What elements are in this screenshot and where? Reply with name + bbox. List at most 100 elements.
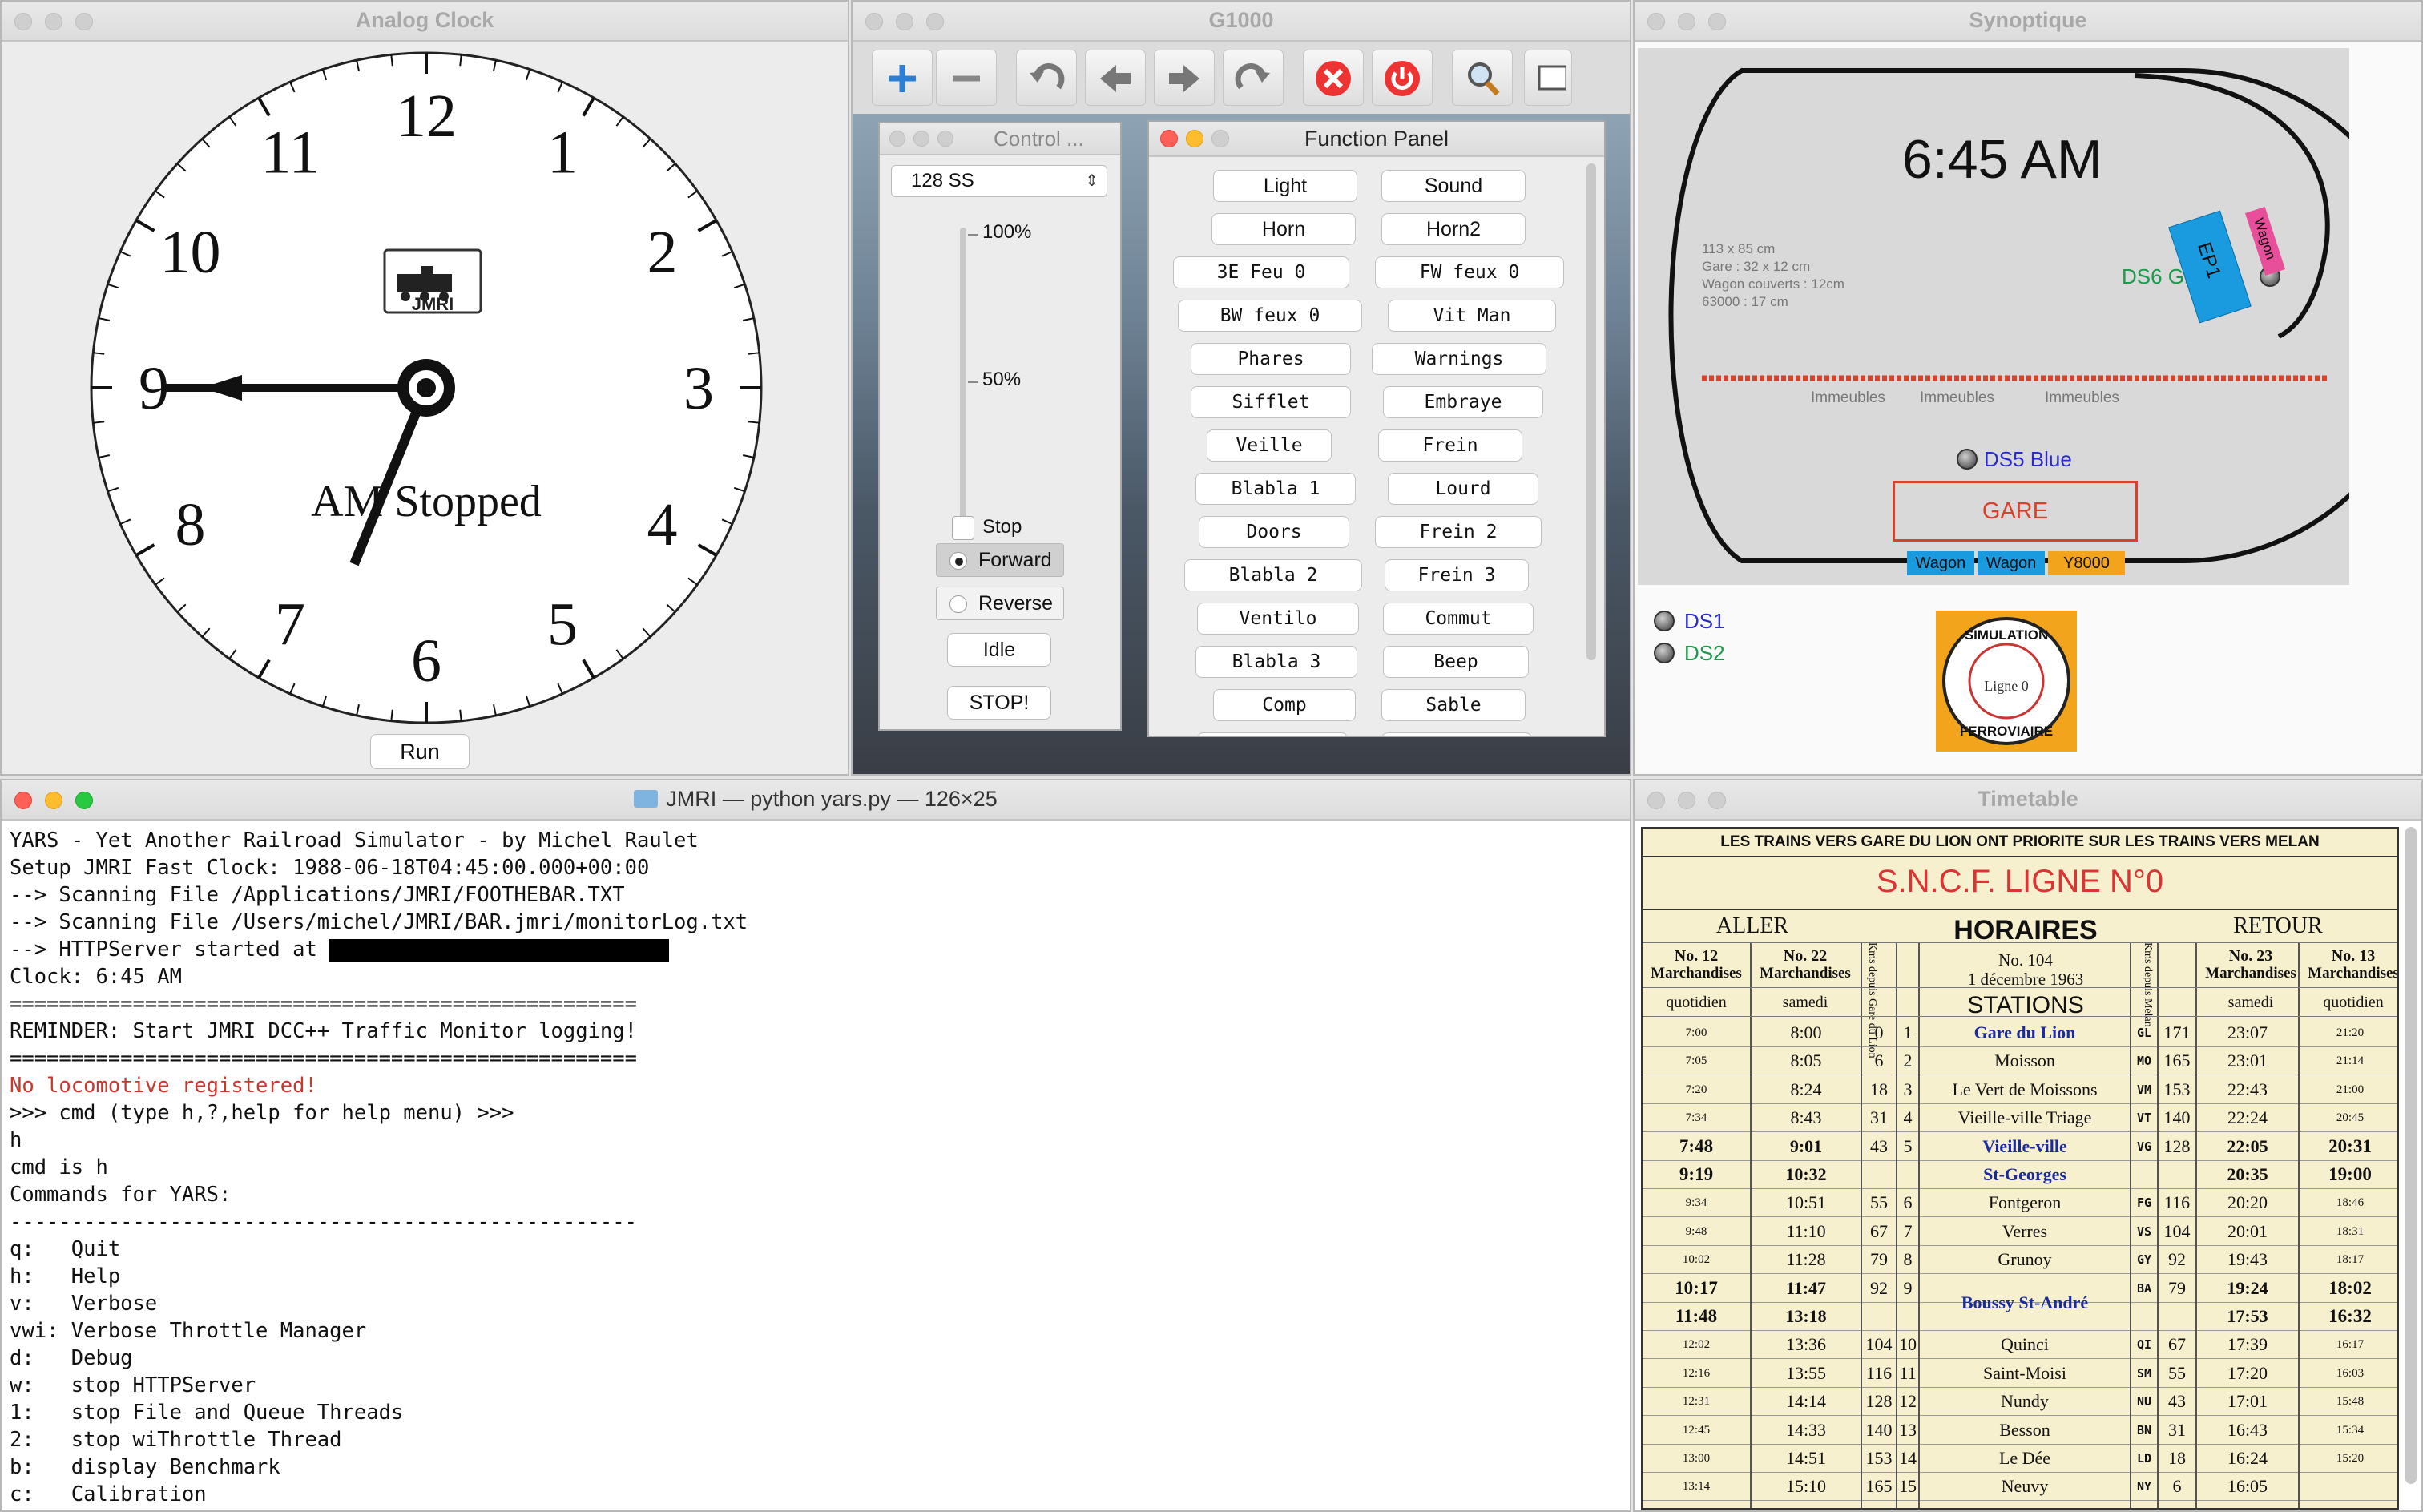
function-button-blabla-2[interactable]: Blabla 2 bbox=[1184, 559, 1362, 591]
svg-text:FERROVIAIRE: FERROVIAIRE bbox=[1960, 724, 2053, 739]
timetable-cell: 21:00 bbox=[2336, 1083, 2365, 1096]
function-button-fw-feux-0[interactable]: FW feux 0 bbox=[1375, 256, 1564, 288]
zoom-in-button[interactable] bbox=[872, 50, 933, 106]
function-button-commut[interactable]: Commut bbox=[1383, 603, 1534, 635]
timetable-cell: 8:43 bbox=[1790, 1107, 1822, 1128]
terminal-line: --> HTTPServer started at bbox=[10, 936, 1622, 963]
timetable-cell: 18:17 bbox=[2336, 1253, 2365, 1267]
note-1: 113 x 85 cm bbox=[1702, 241, 1776, 256]
timetable-cell: Quinci bbox=[2001, 1334, 2049, 1355]
speed-steps-select[interactable]: 128 SS ⇕ bbox=[891, 165, 1107, 197]
zoom-out-button[interactable] bbox=[936, 50, 997, 106]
timetable-cell: 12:16 bbox=[1682, 1366, 1711, 1380]
function-button-veille[interactable]: Veille bbox=[1207, 429, 1332, 462]
redacted-block bbox=[329, 939, 670, 962]
power-button[interactable] bbox=[1372, 50, 1433, 106]
ds1-indicator[interactable] bbox=[1654, 611, 1675, 631]
function-button-light[interactable]: Light bbox=[1213, 170, 1357, 202]
terminal-line: No locomotive registered! bbox=[10, 1074, 317, 1098]
reverse-radio[interactable]: Reverse bbox=[936, 587, 1064, 620]
timetable-cell: 15 bbox=[1899, 1476, 1917, 1497]
terminal-output[interactable]: YARS - Yet Another Railroad Simulator - … bbox=[10, 827, 1622, 1508]
function-button-bw-feux-0[interactable]: BW feux 0 bbox=[1178, 300, 1362, 332]
clock-numeral: 10 bbox=[160, 219, 221, 286]
function-button-vol-[interactable]: Vol- bbox=[1197, 732, 1348, 736]
timetable-cell: 79 bbox=[1870, 1249, 1888, 1270]
titlebar: G1000 bbox=[853, 2, 1630, 42]
timetable-window: Timetable LES TRAINS VERS GARE DU LION O… bbox=[1633, 779, 2423, 1512]
timetable-cell: 19:43 bbox=[2227, 1249, 2268, 1270]
window-button[interactable] bbox=[1524, 50, 1572, 106]
function-button-sable[interactable]: Sable bbox=[1381, 689, 1526, 721]
timetable-cell: 9:19 bbox=[1679, 1164, 1714, 1184]
terminal-line: >>> cmd (type h,?,help for help menu) >>… bbox=[10, 1101, 514, 1125]
speed-slider-thumb[interactable] bbox=[952, 516, 974, 540]
timetable-cell: 17:53 bbox=[2227, 1306, 2268, 1326]
minimize-button[interactable] bbox=[913, 131, 929, 147]
ds5-indicator[interactable] bbox=[1957, 449, 1978, 470]
emergency-stop-button[interactable]: STOP! bbox=[947, 686, 1051, 720]
function-button-blabla-1[interactable]: Blabla 1 bbox=[1195, 473, 1356, 505]
scrollbar[interactable] bbox=[2405, 827, 2417, 1484]
scrollbar[interactable] bbox=[1586, 163, 1596, 660]
function-button-frein-3[interactable]: Frein 3 bbox=[1385, 559, 1529, 591]
timetable-cell: MO bbox=[2136, 1054, 2152, 1069]
function-button-blabla-3[interactable]: Blabla 3 bbox=[1195, 646, 1357, 678]
timetable-cell: LD bbox=[2136, 1451, 2152, 1466]
timetable-cell: VT bbox=[2136, 1111, 2152, 1126]
stop-button[interactable] bbox=[1303, 50, 1364, 106]
run-button[interactable]: Run bbox=[370, 734, 470, 769]
find-button[interactable] bbox=[1452, 50, 1513, 106]
speed-slider-track[interactable] bbox=[960, 228, 966, 524]
function-button-3e-feu-0[interactable]: 3E Feu 0 bbox=[1173, 256, 1349, 288]
function-button-frein[interactable]: Frein bbox=[1378, 429, 1522, 462]
timetable-cell: 7:48 bbox=[1679, 1135, 1714, 1156]
timetable-cell: 6 bbox=[2172, 1476, 2182, 1497]
function-button-beep[interactable]: Beep bbox=[1383, 646, 1529, 678]
terminal-line: Clock: 6:45 AM bbox=[10, 965, 182, 989]
function-button-warnings[interactable]: Warnings bbox=[1372, 343, 1546, 375]
titlebar: Control ... bbox=[880, 123, 1120, 155]
rotate-right-button[interactable] bbox=[1223, 50, 1284, 106]
timetable-cell: 79 bbox=[2168, 1277, 2186, 1298]
timetable-cell: 15:34 bbox=[2336, 1423, 2365, 1437]
function-button-frein-2[interactable]: Frein 2 bbox=[1375, 516, 1542, 548]
gare-station: GARE bbox=[1893, 481, 2138, 542]
aller-header: ALLER bbox=[1715, 913, 1789, 938]
forward-button[interactable] bbox=[1154, 50, 1215, 106]
function-button-comp[interactable]: Comp bbox=[1213, 689, 1356, 721]
function-button-doors[interactable]: Doors bbox=[1199, 516, 1349, 548]
function-button-sound[interactable]: Sound bbox=[1381, 170, 1526, 202]
window-title: Synoptique bbox=[1969, 8, 2087, 32]
forward-radio[interactable]: Forward bbox=[936, 543, 1064, 577]
radio-dot bbox=[949, 595, 967, 613]
forward-label: Forward bbox=[978, 549, 1052, 571]
function-button-phares[interactable]: Phares bbox=[1191, 343, 1351, 375]
idle-button[interactable]: Idle bbox=[947, 633, 1051, 667]
close-button[interactable] bbox=[889, 131, 905, 147]
buildings-label-2: Immeubles bbox=[1920, 389, 1994, 406]
train-header-cell: No. 12 bbox=[1674, 947, 1719, 965]
timetable-cell: 14:14 bbox=[1785, 1391, 1827, 1412]
timetable-cell: 67 bbox=[1870, 1220, 1888, 1241]
timetable-cell: 7:05 bbox=[1685, 1054, 1707, 1068]
function-button-lourd[interactable]: Lourd bbox=[1388, 473, 1538, 505]
rotate-left-button[interactable] bbox=[1016, 50, 1077, 106]
function-button-embraye[interactable]: Embraye bbox=[1383, 386, 1543, 418]
column-divider bbox=[1918, 942, 1920, 1508]
timetable-cell: 21:20 bbox=[2336, 1026, 2365, 1039]
ds2-indicator[interactable] bbox=[1654, 643, 1675, 663]
timetable-cell: 11:48 bbox=[1675, 1306, 1718, 1326]
timetable-cell: 16:05 bbox=[2227, 1476, 2268, 1497]
timetable-cell: 31 bbox=[1870, 1107, 1888, 1128]
function-button-frein-4[interactable]: Frein 4 bbox=[1381, 732, 1532, 736]
train-header-cell: No. 13 bbox=[2331, 947, 2376, 965]
zoom-button[interactable] bbox=[937, 131, 953, 147]
clock-numeral: 2 bbox=[647, 219, 677, 286]
back-button[interactable] bbox=[1085, 50, 1146, 106]
function-button-vit-man[interactable]: Vit Man bbox=[1388, 300, 1556, 332]
function-button-horn[interactable]: Horn bbox=[1212, 213, 1356, 245]
function-button-horn2[interactable]: Horn2 bbox=[1381, 213, 1526, 245]
function-button-ventilo[interactable]: Ventilo bbox=[1197, 603, 1359, 635]
function-button-sifflet[interactable]: Sifflet bbox=[1191, 386, 1351, 418]
